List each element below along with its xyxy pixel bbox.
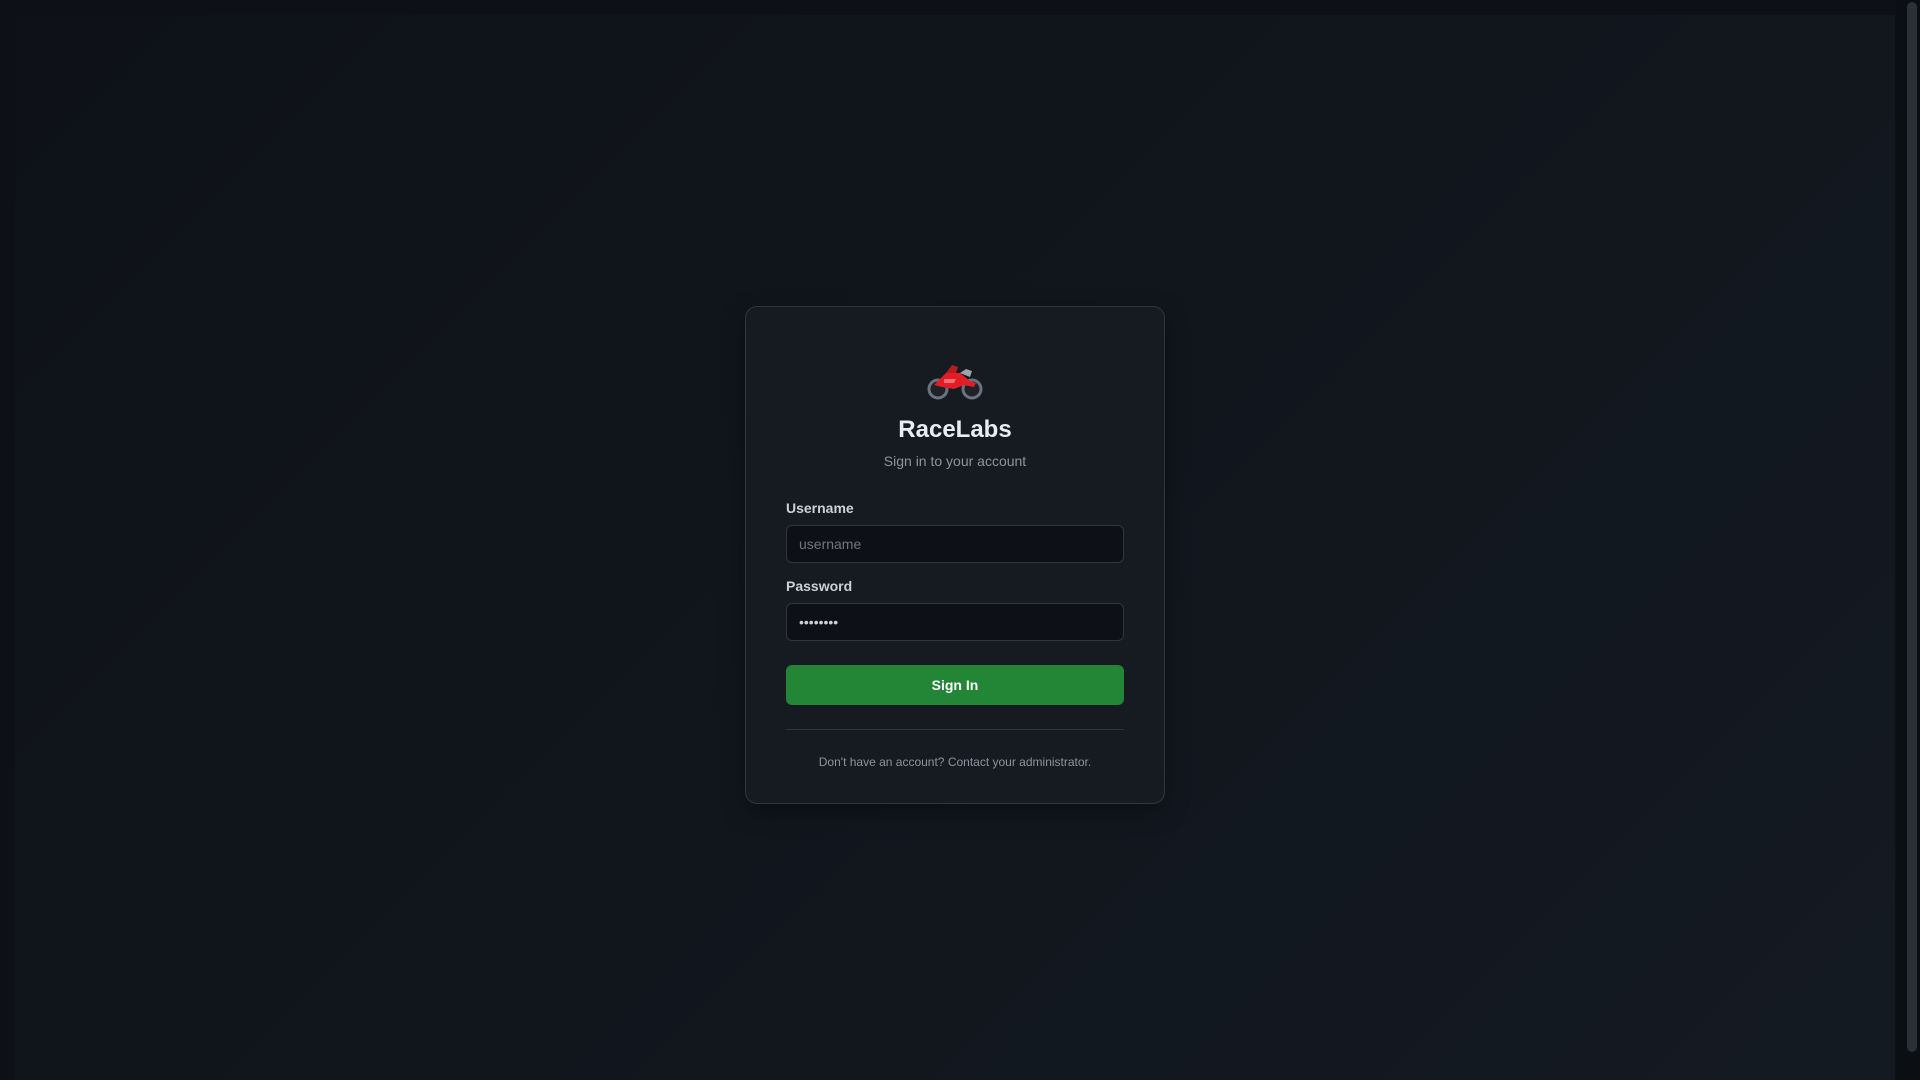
- username-label: Username: [786, 500, 854, 516]
- scrollbar-thumb[interactable]: [1907, 2, 1917, 1052]
- login-card: RaceLabs Sign in to your account Usernam…: [745, 306, 1165, 804]
- sign-in-button[interactable]: Sign In: [786, 665, 1124, 705]
- username-field-group: Username: [786, 499, 1124, 563]
- password-input[interactable]: [786, 603, 1124, 641]
- page-subtitle: Sign in to your account: [883, 453, 1027, 469]
- footer-note: Don't have an account? Contact your admi…: [818, 755, 1092, 769]
- username-input[interactable]: [786, 525, 1124, 563]
- password-label: Password: [786, 578, 853, 594]
- scrollbar-track[interactable]: [1896, 0, 1920, 1080]
- password-field-group: Password: [786, 577, 1124, 641]
- divider: [786, 729, 1124, 730]
- motorcycle-icon: [786, 359, 1124, 411]
- app-title: RaceLabs: [898, 416, 1012, 443]
